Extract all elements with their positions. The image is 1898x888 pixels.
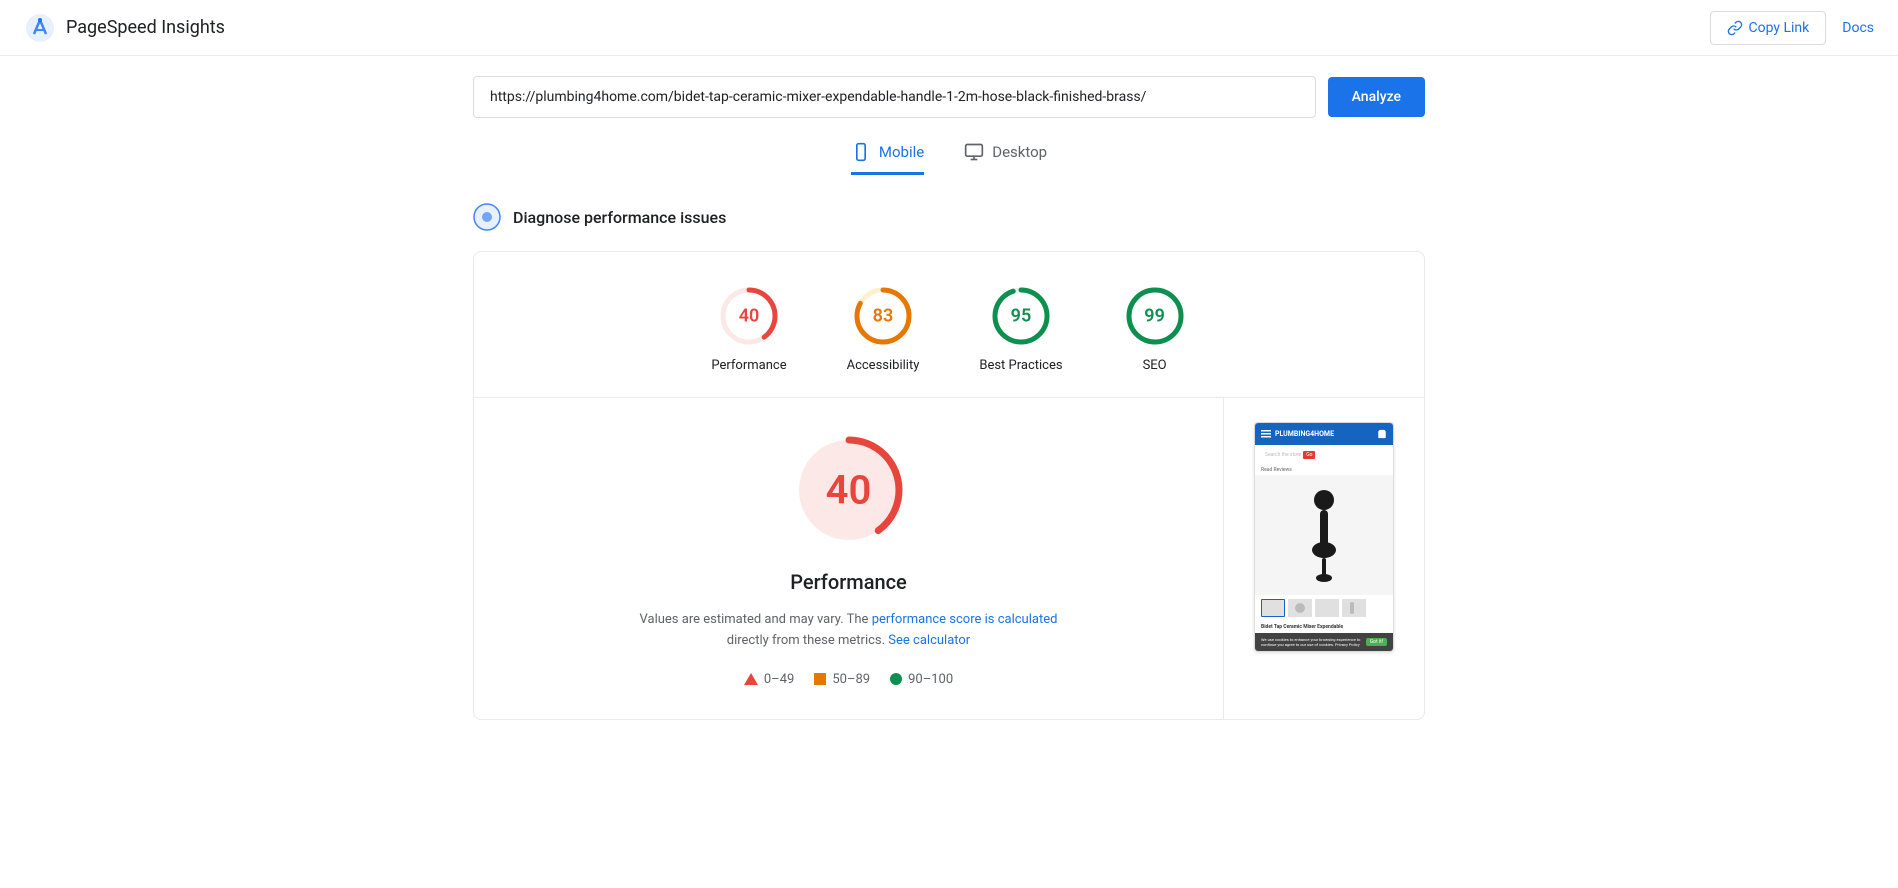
ss-cookie-text: We use cookies to enhance your browsing …	[1261, 637, 1362, 647]
ss-product-title-text: Bidet Tap Ceramic Mixer Expendable	[1261, 624, 1343, 630]
legend-item-low: 0–49	[744, 672, 794, 687]
legend-range-mid: 50–89	[832, 672, 870, 687]
score-number-accessibility: 83	[873, 306, 894, 327]
score-summary: 40 Performance 83 Accessibility	[474, 252, 1424, 398]
diagnose-section: Diagnose performance issues	[473, 203, 1425, 231]
score-item-accessibility[interactable]: 83 Accessibility	[847, 284, 920, 373]
big-score-number: 40	[826, 467, 872, 514]
ss-thumb-4	[1342, 599, 1366, 617]
detail-right: PLUMBING4HOME Search the store Go Read R…	[1224, 398, 1424, 719]
tab-mobile-label: Mobile	[879, 143, 924, 161]
main-content: Analyze Mobile Desktop Diagnose performa…	[449, 56, 1449, 740]
ss-logo-text: PLUMBING4HOME	[1275, 430, 1334, 438]
copy-link-button[interactable]: Copy Link	[1710, 11, 1827, 45]
score-item-seo[interactable]: 99 SEO	[1123, 284, 1187, 373]
legend-triangle-icon	[744, 673, 758, 685]
legend-range-high: 90–100	[908, 672, 953, 687]
legend-item-mid: 50–89	[814, 672, 870, 687]
score-circle-performance: 40	[717, 284, 781, 348]
score-circle-seo: 99	[1123, 284, 1187, 348]
score-circle-accessibility: 83	[851, 284, 915, 348]
copy-link-label: Copy Link	[1749, 20, 1810, 36]
ss-product-image	[1255, 475, 1393, 595]
score-label-accessibility: Accessibility	[847, 358, 920, 373]
analyze-button[interactable]: Analyze	[1328, 77, 1425, 117]
mode-tabs: Mobile Desktop	[473, 142, 1425, 175]
link-icon	[1727, 20, 1743, 36]
ss-thumb-3	[1315, 599, 1339, 617]
score-label-performance: Performance	[711, 358, 786, 373]
legend-range-low: 0–49	[764, 672, 794, 687]
score-circle-best-practices: 95	[989, 284, 1053, 348]
ss-search-bar: Search the store Go	[1261, 449, 1387, 461]
page-screenshot: PLUMBING4HOME Search the store Go Read R…	[1254, 422, 1394, 652]
diagnose-icon	[473, 203, 501, 231]
detail-description: Values are estimated and may vary. The p…	[640, 610, 1058, 652]
app-title: PageSpeed Insights	[66, 17, 225, 38]
score-legend: 0–49 50–89 90–100	[744, 672, 953, 687]
detail-left: 40 Performance Values are estimated and …	[474, 398, 1223, 719]
legend-item-high: 90–100	[890, 672, 953, 687]
docs-link[interactable]: Docs	[1842, 20, 1874, 36]
ss-product-svg	[1294, 485, 1354, 585]
detail-perf-title: Performance	[790, 570, 907, 594]
big-score-circle: 40	[789, 430, 909, 550]
legend-square-icon	[814, 673, 826, 685]
score-item-performance[interactable]: 40 Performance	[711, 284, 786, 373]
score-label-seo: SEO	[1143, 358, 1167, 373]
ss-menu-icon	[1261, 430, 1271, 438]
diagnose-title: Diagnose performance issues	[513, 208, 726, 227]
perf-score-link[interactable]: performance score is calculated	[872, 612, 1058, 627]
ss-search-text: Search the store	[1265, 452, 1301, 458]
ss-cookie-bar: We use cookies to enhance your browsing …	[1255, 633, 1393, 651]
url-bar-container: Analyze	[473, 76, 1425, 118]
header-right: Copy Link Docs	[1710, 11, 1875, 45]
ss-header: PLUMBING4HOME	[1255, 423, 1393, 445]
legend-circle-icon	[890, 673, 902, 685]
calculator-link[interactable]: See calculator	[888, 633, 970, 648]
description-middle: directly from these metrics.	[727, 633, 885, 648]
ss-thumbnails	[1255, 595, 1393, 621]
description-start: Values are estimated and may vary. The	[640, 612, 869, 627]
tab-desktop[interactable]: Desktop	[964, 142, 1047, 175]
score-number-best-practices: 95	[1011, 306, 1032, 327]
mobile-icon	[851, 142, 871, 162]
ss-breadcrumb: Read Reviews	[1255, 465, 1393, 475]
ss-cart-icon	[1377, 429, 1387, 439]
tab-desktop-label: Desktop	[992, 143, 1047, 161]
desktop-icon	[964, 142, 984, 162]
ss-cookie-btn[interactable]: Got it!	[1366, 638, 1387, 646]
score-number-performance: 40	[739, 306, 760, 327]
header-left: PageSpeed Insights	[24, 12, 225, 44]
score-label-best-practices: Best Practices	[979, 358, 1062, 373]
tab-mobile[interactable]: Mobile	[851, 142, 924, 175]
detail-section: 40 Performance Values are estimated and …	[474, 398, 1424, 719]
ss-thumb-1	[1261, 599, 1285, 617]
ss-breadcrumb-text: Read Reviews	[1261, 467, 1292, 473]
pagespeed-logo-icon	[24, 12, 56, 44]
url-input[interactable]	[473, 76, 1316, 118]
score-item-best-practices[interactable]: 95 Best Practices	[979, 284, 1062, 373]
ss-product-title: Bidet Tap Ceramic Mixer Expendable	[1255, 621, 1393, 633]
score-number-seo: 99	[1144, 306, 1165, 327]
app-header: PageSpeed Insights Copy Link Docs	[0, 0, 1898, 56]
results-card: 40 Performance 83 Accessibility	[473, 251, 1425, 720]
ss-thumb-2	[1288, 599, 1312, 617]
ss-search-btn: Go	[1303, 451, 1315, 459]
